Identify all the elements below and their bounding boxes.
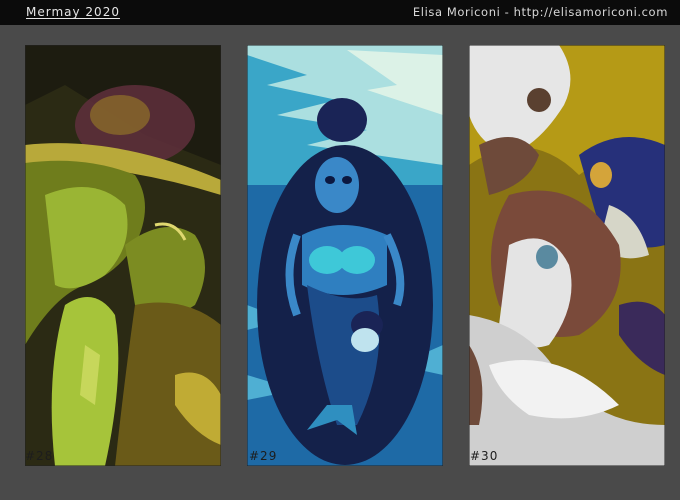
artwork-28	[25, 45, 221, 466]
artwork-30-caption: #30	[470, 449, 499, 463]
artwork-30	[469, 45, 665, 466]
top-bar: Mermay 2020 Elisa Moriconi - http://elis…	[0, 0, 680, 25]
artwork-28-illustration	[25, 45, 221, 466]
artist-credit[interactable]: Elisa Moriconi - http://elisamoriconi.co…	[413, 5, 668, 19]
artwork-29-illustration	[247, 45, 443, 466]
artwork-29	[247, 45, 443, 466]
artwork-30-illustration	[469, 45, 665, 466]
gallery-title[interactable]: Mermay 2020	[26, 5, 120, 19]
artwork-29-caption: #29	[249, 449, 278, 463]
artwork-28-caption: #28	[25, 449, 54, 463]
